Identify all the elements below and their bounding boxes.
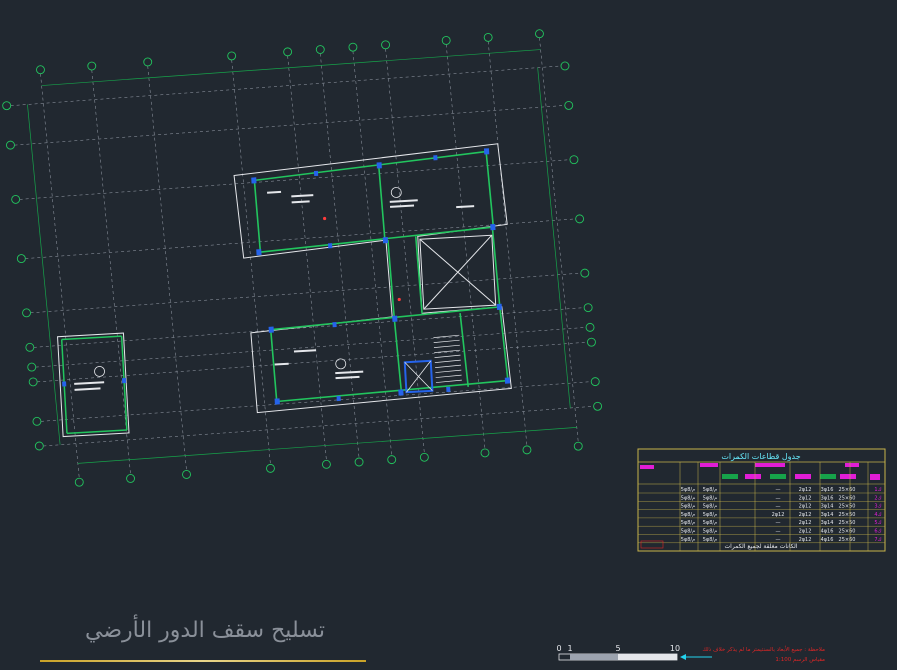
schedule-cell: 5φ8/م [681,487,695,493]
schedule-footer: الكانات مغلقة لجميع الكمرات [725,543,798,550]
schedule-cell: 25×50 [839,504,856,510]
schedule-cell: ك5 [874,520,881,526]
schedule-cell: — [776,504,781,510]
schedule-cell: 3φ14 [821,512,834,518]
schedule-cell: 5φ8/م [681,512,695,518]
schedule-cell: 2φ12 [799,495,812,501]
schedule-cell: 5φ8/م [681,520,695,526]
schedule-cell: 5φ8/م [681,504,695,510]
schedule-cell: 2φ12 [799,504,812,510]
schedule-cell: — [776,495,781,501]
schedule-title: جدول قطاعات الكمرات [721,452,800,461]
schedule-cell: ك6 [874,529,881,535]
schedule-cell: 25×60 [839,537,856,543]
schedule-cell: ك4 [874,512,881,518]
schedule-cell: 25×60 [839,529,856,535]
schedule-cell: 5φ8/م [703,487,717,493]
canvas-background [0,0,897,670]
drawing-canvas[interactable]: جدول قطاعات الكمرات ك1 25×60 3φ16 2φ12 — 5φ8/… [0,0,897,670]
scale-label-1: 1 [567,644,572,653]
scale-label-0: 0 [556,644,561,653]
schedule-cell: 25×50 [839,520,856,526]
schedule-cell: 2φ12 [799,529,812,535]
schedule-cell: ك2 [874,495,881,501]
note-line-2: مقياس الرسم 1:100 [775,657,825,663]
schedule-cell: — [776,537,781,543]
schedule-cell: — [776,529,781,535]
schedule-cell: 5φ8/م [703,512,717,518]
scale-label-5: 5 [615,644,620,653]
schedule-cell: 5φ8/م [703,520,717,526]
schedule-cell: 25×60 [839,495,856,501]
schedule-cell: ك7 [874,537,881,543]
schedule-cell: 3φ16 [821,495,834,501]
schedule-cell: 4φ16 [821,529,834,535]
schedule-cell: 2φ12 [799,520,812,526]
schedule-cell: 3φ16 [821,487,834,493]
schedule-cell: 5φ8/م [703,529,717,535]
schedule-cell: 2φ12 [799,487,812,493]
schedule-cell: ك1 [874,487,881,493]
schedule-cell: 3φ14 [821,520,834,526]
schedule-cell: 4φ16 [821,537,834,543]
schedule-cell: 3φ14 [821,504,834,510]
schedule-cell: 5φ8/م [703,504,717,510]
schedule-cell: ك3 [874,504,881,510]
schedule-cell: 2φ12 [799,537,812,543]
schedule-cell: 5φ8/م [681,529,695,535]
schedule-cell: 5φ8/م [681,537,695,543]
schedule-cell: 25×60 [839,487,856,493]
schedule-cell: 2φ12 [799,512,812,518]
schedule-cell: 2φ12 [772,512,785,518]
schedule-cell: — [776,520,781,526]
note-line-1: ملاحظة : جميع الأبعاد بالسنتيمتر ما لم ي… [702,645,825,653]
beam-schedule-table[interactable]: جدول قطاعات الكمرات ك1 25×60 3φ16 2φ12 — 5φ8/… [637,448,886,552]
schedule-cell: 5φ8/م [703,495,717,501]
schedule-cell: 5φ8/م [703,537,717,543]
schedule-cell: 5φ8/م [681,495,695,501]
title-underline [40,660,366,662]
schedule-cell: — [776,487,781,493]
sheet-title: تسليح سقف الدور الأرضي [85,618,325,643]
scale-label-10: 10 [670,644,680,653]
schedule-cell: 25×50 [839,512,856,518]
